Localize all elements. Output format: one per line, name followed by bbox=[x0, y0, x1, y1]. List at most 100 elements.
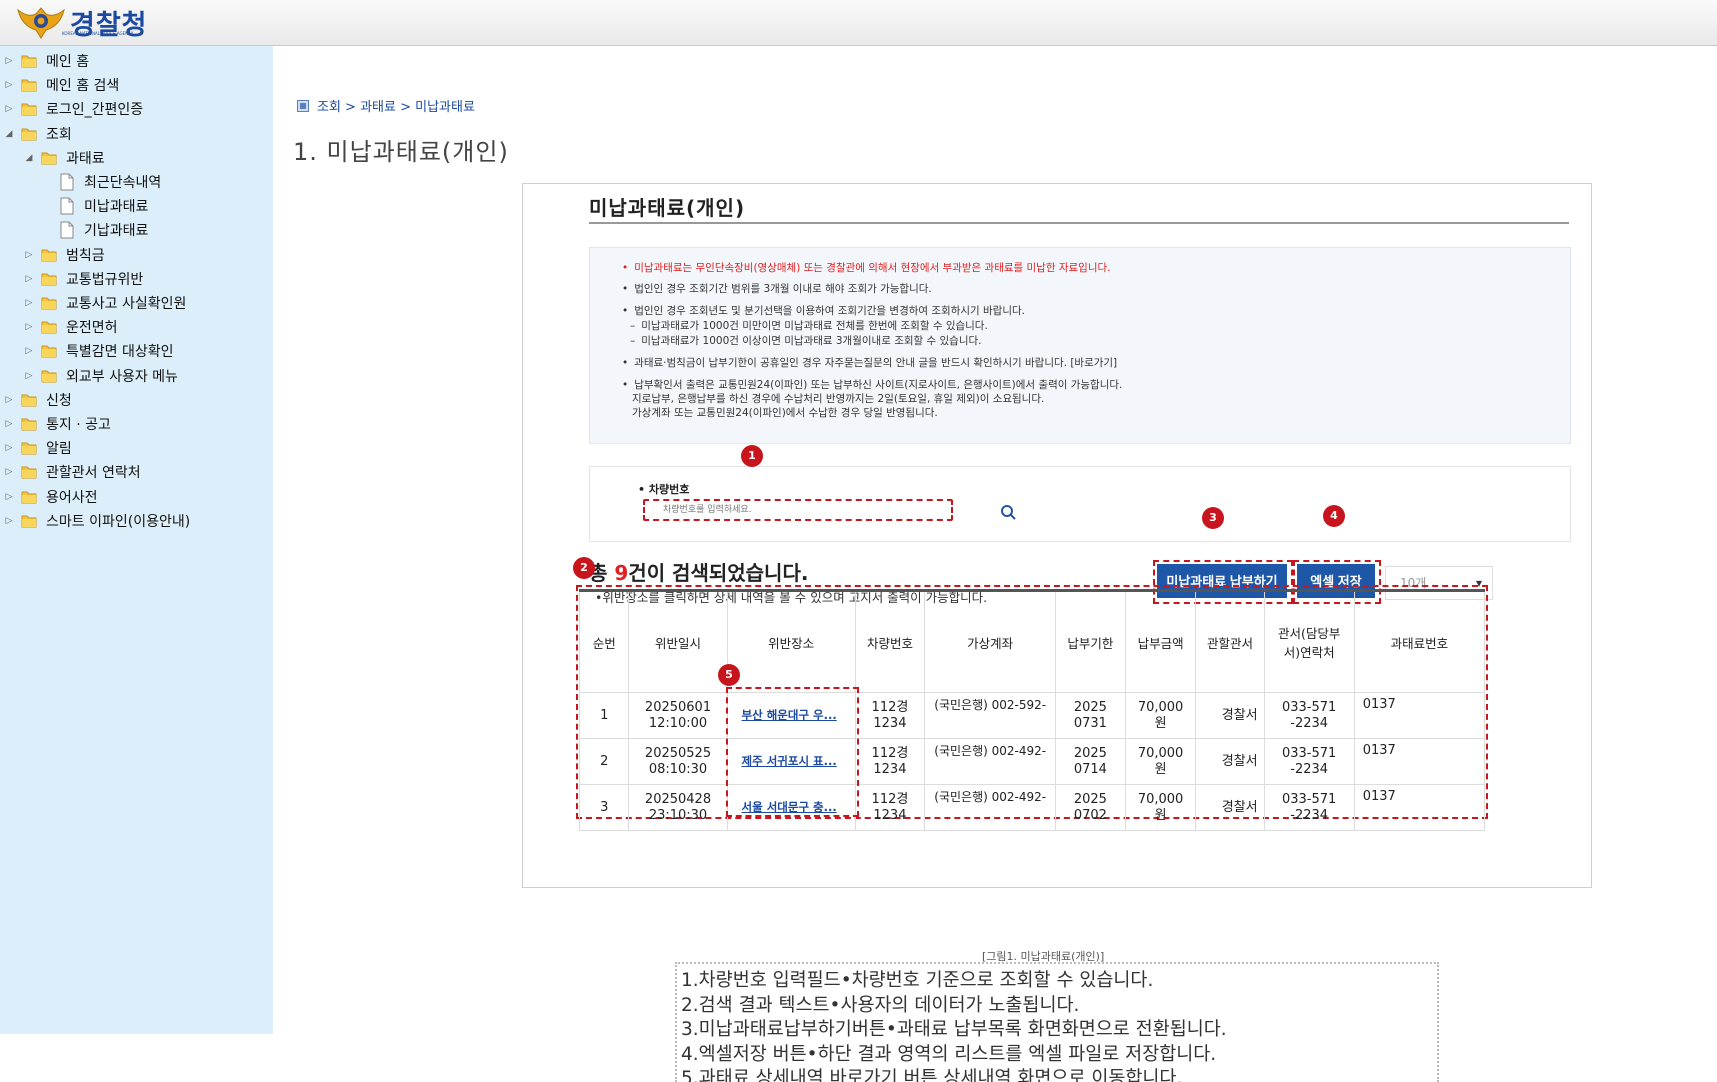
sidebar-item[interactable]: ◢ 조회 bbox=[4, 123, 72, 145]
cell-account-text: (국민은행) 002-492- bbox=[934, 744, 1047, 758]
police-emblem-icon bbox=[17, 7, 65, 39]
notice-line: 지로납부, 은행납부를 하신 경우에 수납처리 반영까지는 2일(토요일, 휴일… bbox=[632, 391, 1044, 406]
cell-amount-value: 70,000 bbox=[1137, 791, 1184, 807]
page-icon bbox=[60, 197, 84, 215]
notice-text: 납부확인서 출력은 교통민원24(이파인) 또는 납부하신 사이트(지로사이트,… bbox=[634, 379, 1123, 391]
collapsed-triangle-icon[interactable]: ▷ bbox=[4, 492, 14, 502]
sidebar-item[interactable]: ▷ 특별감면 대상확인 bbox=[24, 340, 174, 362]
notice-line: • 과태료·범칙금이 납부기한이 공휴일인 경우 자주묻는질문의 안내 글을 반드… bbox=[622, 355, 1117, 370]
cell-car-line1: 112경 bbox=[871, 791, 909, 807]
sidebar-item[interactable]: ▷ 교통사고 사실확인원 bbox=[24, 292, 187, 314]
collapsed-triangle-icon[interactable]: ▷ bbox=[4, 80, 14, 90]
collapsed-triangle-icon[interactable]: ▷ bbox=[24, 274, 34, 284]
collapsed-triangle-icon[interactable]: ▷ bbox=[4, 104, 14, 114]
collapsed-triangle-icon[interactable]: ▷ bbox=[4, 56, 14, 66]
collapsed-triangle-icon[interactable]: ▷ bbox=[4, 443, 14, 453]
description-box: 1.차량번호 입력필드•차량번호 기준으로 조회할 수 있습니다. 2.검색 결과… bbox=[675, 962, 1439, 1082]
folder-icon bbox=[20, 52, 46, 70]
sidebar-item[interactable]: ▷ 신청 bbox=[4, 389, 72, 411]
collapsed-triangle-icon[interactable]: ▷ bbox=[4, 516, 14, 526]
sidebar-item[interactable]: ◢ 과태료 bbox=[24, 147, 105, 169]
folder-icon bbox=[20, 512, 46, 530]
expanded-triangle-icon[interactable]: ◢ bbox=[24, 153, 34, 163]
notice-text: 지로납부, 은행납부를 하신 경우에 수납처리 반영까지는 2일(토요일, 휴일… bbox=[632, 393, 1045, 405]
top-header: 경찰청 KOREAN NATIONAL POLICE AGENCY bbox=[0, 0, 1717, 46]
marker-4: 4 bbox=[1323, 505, 1345, 527]
cell-fine-text: 0137 bbox=[1362, 743, 1396, 758]
result-count-text: 총 9건이 검색되었습니다. bbox=[589, 557, 808, 586]
sidebar-item[interactable]: ▷ 통지 · 공고 bbox=[4, 413, 111, 435]
notice-line: • 법인인 경우 조회기간 범위를 3개월 이내로 해야 조회가 가능합니다. bbox=[622, 281, 932, 296]
search-icon[interactable] bbox=[1000, 504, 1016, 520]
notice-text: 법인인 경우 조회년도 및 분기선택을 이용하여 조회기간을 변경하여 조회하시… bbox=[634, 305, 1025, 317]
notice-text: 미납과태료가 1000건 이상이면 미납과태료 3개월이내로 조회할 수 있습니… bbox=[641, 335, 982, 347]
collapsed-triangle-icon[interactable]: ▷ bbox=[24, 346, 34, 356]
breadcrumb: 조회 > 과태료 > 미납과태료 bbox=[297, 96, 475, 115]
marker-1: 1 bbox=[741, 445, 763, 467]
cell-amount: 70,000 원 bbox=[1124, 692, 1197, 739]
cell-due-year: 2025 bbox=[1073, 791, 1107, 807]
folder-icon bbox=[40, 270, 66, 288]
sidebar-item[interactable]: ▷ 메인 홈 검색 bbox=[4, 74, 120, 96]
collapsed-triangle-icon[interactable]: ▷ bbox=[24, 322, 34, 332]
notice-bullet: – bbox=[630, 320, 636, 332]
collapsed-triangle-icon[interactable]: ▷ bbox=[24, 298, 34, 308]
column-header: 관서(담당부서)연락처 bbox=[1263, 589, 1355, 693]
cell-due: 2025 0731 bbox=[1055, 692, 1126, 739]
cell-no: 1 bbox=[578, 692, 630, 739]
sidebar-item[interactable]: ▷ 로그인_간편인증 bbox=[4, 98, 144, 120]
folder-icon bbox=[40, 246, 66, 264]
breadcrumb-text[interactable]: 조회 > 과태료 > 미납과태료 bbox=[317, 96, 475, 115]
cell-tel: 033-571 -2234 bbox=[1263, 692, 1355, 739]
cell-car: 112경 1234 bbox=[854, 738, 926, 785]
cell-amount-unit: 원 bbox=[1154, 715, 1167, 731]
column-header: 납부금액 bbox=[1124, 589, 1197, 693]
logo-subtitle: KOREAN NATIONAL POLICE AGENCY bbox=[62, 31, 134, 36]
sidebar-item[interactable]: ▷ 외교부 사용자 메뉴 bbox=[24, 365, 178, 387]
expanded-triangle-icon[interactable]: ◢ bbox=[4, 129, 14, 139]
cell-office: 경찰서 bbox=[1195, 692, 1265, 739]
sidebar-item[interactable]: 기납과태료 bbox=[44, 219, 148, 241]
cell-account: (국민은행) 002-492- bbox=[924, 738, 1057, 785]
sidebar-item[interactable]: ▷ 범칙금 bbox=[24, 244, 105, 266]
cell-tel-line2: -2234 bbox=[1290, 807, 1329, 823]
notice-bullet: • bbox=[622, 379, 629, 391]
notice-line: – 미납과태료가 1000건 미만이면 미납과태료 전체를 한번에 조회할 수 있… bbox=[630, 318, 988, 333]
sidebar-item[interactable]: ▷ 관할관서 연락처 bbox=[4, 461, 141, 483]
cell-tel-line2: -2234 bbox=[1290, 715, 1329, 731]
sidebar-item-label: 스마트 이파인(이용안내) bbox=[46, 513, 191, 530]
cell-date-time: 23:10:30 bbox=[648, 807, 708, 823]
sidebar-item[interactable]: ▷ 스마트 이파인(이용안내) bbox=[4, 510, 191, 532]
notice-bullet: • bbox=[622, 283, 629, 295]
result-count: 9 bbox=[614, 561, 629, 585]
collapsed-triangle-icon[interactable]: ▷ bbox=[4, 395, 14, 405]
marker-3: 3 bbox=[1202, 507, 1224, 529]
sidebar-item-label: 기납과태료 bbox=[84, 223, 149, 240]
collapsed-triangle-icon[interactable]: ▷ bbox=[24, 250, 34, 260]
sidebar-item[interactable]: 최근단속내역 bbox=[44, 171, 161, 193]
cell-due-day: 0702 bbox=[1073, 807, 1107, 823]
cell-account-text: (국민은행) 002-592- bbox=[934, 698, 1047, 712]
sidebar-item-label: 과태료 bbox=[66, 150, 105, 167]
cell-account: (국민은행) 002-592- bbox=[924, 692, 1057, 739]
folder-icon bbox=[40, 294, 66, 312]
police-logo[interactable]: 경찰청 bbox=[16, 2, 148, 42]
sidebar-item[interactable]: ▷ 메인 홈 bbox=[4, 50, 90, 72]
table-row: 2 20250525 08:10:30 제주 서귀포시 표... 112경 1234 (국민… bbox=[578, 738, 1486, 785]
collapsed-triangle-icon[interactable]: ▷ bbox=[4, 467, 14, 477]
sidebar-item-label: 관할관서 연락처 bbox=[46, 465, 141, 482]
sidebar-item[interactable]: ▷ 교통법규위반 bbox=[24, 268, 144, 290]
cell-tel-line1: 033-571 bbox=[1281, 699, 1337, 715]
sidebar-item[interactable]: ▷ 용어사전 bbox=[4, 486, 98, 508]
vehicle-number-input[interactable] bbox=[643, 499, 953, 521]
column-header: 위반일시 bbox=[628, 589, 728, 693]
collapsed-triangle-icon[interactable]: ▷ bbox=[24, 371, 34, 381]
sidebar-item[interactable]: ▷ 운전면허 bbox=[24, 316, 118, 338]
sidebar-item[interactable]: 미납과태료 bbox=[44, 195, 148, 217]
cell-due: 2025 0714 bbox=[1055, 738, 1126, 785]
folder-icon bbox=[20, 463, 46, 481]
sidebar-item-label: 용어사전 bbox=[46, 489, 98, 506]
sidebar-item[interactable]: ▷ 알림 bbox=[4, 437, 72, 459]
folder-icon bbox=[40, 342, 66, 360]
collapsed-triangle-icon[interactable]: ▷ bbox=[4, 419, 14, 429]
